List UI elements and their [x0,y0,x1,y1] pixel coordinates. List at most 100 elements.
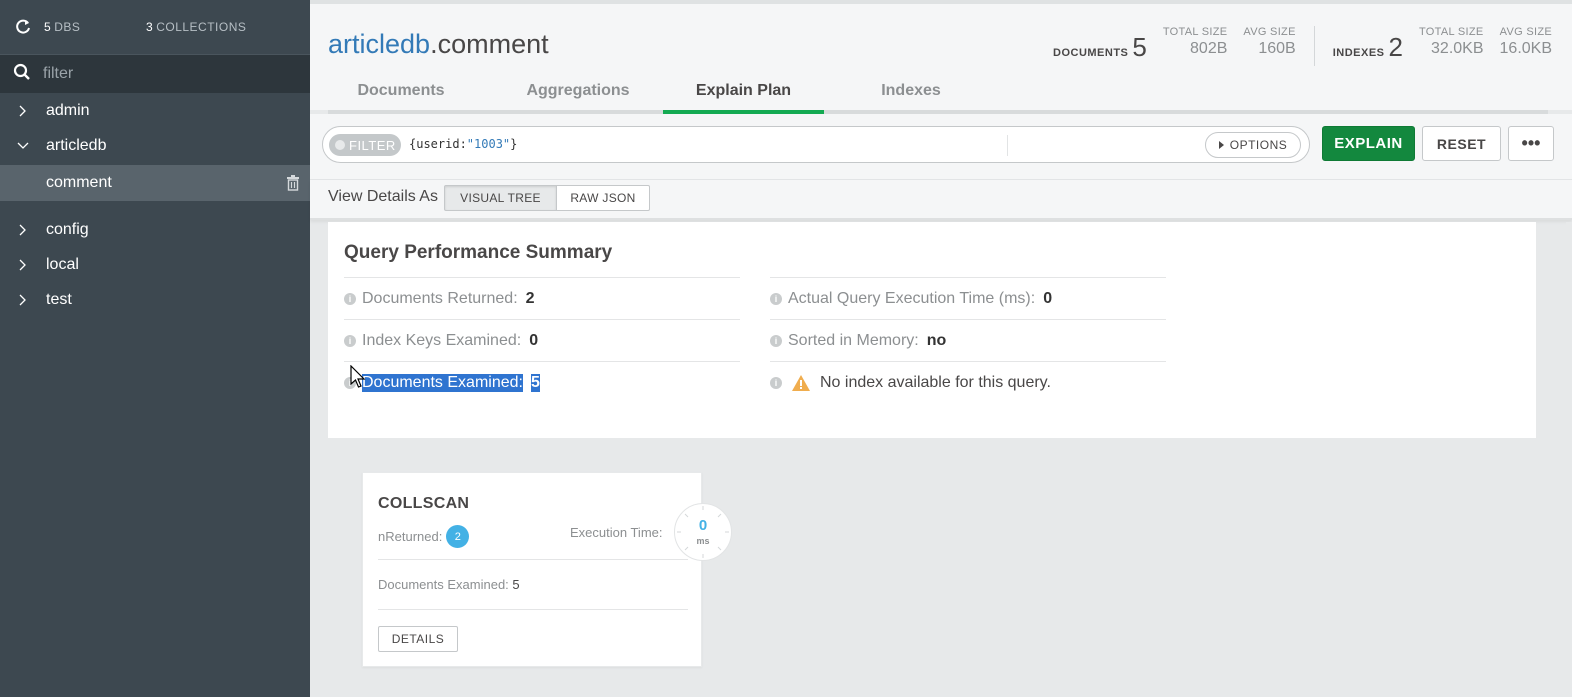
stage-label: Documents Examined: [378,577,509,592]
stage-value: 5 [512,577,520,592]
sidebar-item-label: admin [46,101,90,119]
info-icon[interactable]: i [770,334,782,347]
scrollbar[interactable] [1566,222,1572,697]
tab-documents[interactable]: Documents [328,74,474,114]
tab-explain-plan[interactable]: Explain Plan [663,74,824,114]
query-performance-summary: Query Performance Summary i Documents Re… [328,222,1536,438]
sidebar-collection-label: comment [46,174,112,191]
documents-stat: DOCUMENTS 5 [1053,32,1147,63]
summary-label: Index Keys Examined: [362,331,522,349]
summary-value: 0 [529,331,539,349]
sidebar-item-articledb[interactable]: articledb [0,128,310,163]
exec-time-value: 0 [698,517,708,534]
options-label: OPTIONS [1229,138,1288,152]
tab-aggregations[interactable]: Aggregations [498,74,658,114]
info-icon[interactable]: i [344,334,356,347]
collections-count: 3 COLLECTIONS [146,20,247,34]
indexes-avg-size: AVG SIZE 16.0KB [1500,26,1552,58]
info-icon[interactable]: i [344,292,356,305]
more-options-button[interactable]: ••• [1508,126,1554,161]
details-button[interactable]: DETAILS [378,626,458,652]
namespace-title: articledb.comment [328,29,549,60]
sidebar-item-test[interactable]: test [0,282,310,317]
collection-tabs: Documents Aggregations Explain Plan Inde… [328,74,1548,114]
options-button[interactable]: OPTIONS [1205,132,1301,158]
summary-label: Documents Examined: [362,373,523,392]
explain-button[interactable]: EXPLAIN [1322,126,1415,161]
summary-docs-returned: i Documents Returned: 2 [344,277,740,319]
filter-label: FILTER [349,137,396,153]
sidebar-item-local[interactable]: local [0,247,310,282]
stat-value: 32.0KB [1431,40,1484,57]
filter-key: {userid: [409,137,467,151]
documents-label: DOCUMENTS [1053,47,1129,59]
filter-divider [1007,135,1008,156]
documents-total-size: TOTAL SIZE 802B [1163,26,1228,58]
summary-exec-time: i Actual Query Execution Time (ms): 0 [770,277,1166,319]
info-icon[interactable]: i [770,376,782,389]
stage-exec-label: Execution Time: [570,525,663,540]
sidebar-item-label: local [46,255,79,273]
stage-name: COLLSCAN [378,495,470,512]
chevron-down-icon[interactable] [16,139,30,153]
filter-input[interactable]: FILTER {userid:"1003"} OPTIONS [322,126,1310,163]
sidebar-item-config[interactable]: config [0,212,310,247]
namespace-db[interactable]: articledb [328,29,430,59]
caret-right-icon [1218,141,1224,149]
divider [378,609,688,610]
filter-label-pill: FILTER [329,134,401,156]
stat-value: 16.0KB [1499,40,1552,57]
filter-brace: } [510,137,518,151]
chevron-right-icon[interactable] [16,293,30,307]
stage-label: nReturned: [378,529,443,544]
sidebar-item-label: articledb [46,136,107,154]
stage-nreturned: nReturned: 2 [378,525,470,548]
refresh-icon[interactable] [14,18,32,36]
filter-query-text[interactable]: {userid:"1003"} [409,137,517,151]
raw-json-toggle[interactable]: RAW JSON [556,185,650,211]
summary-value: 2 [525,289,535,307]
summary-label: Sorted in Memory: [788,331,919,349]
sidebar-item-admin[interactable]: admin [0,93,310,128]
warning-text: No index available for this query. [820,373,1051,391]
summary-value: 0 [1043,289,1053,307]
summary-index-warning: i No index available for this query. [770,361,1166,403]
execution-time-clock: 0 ms [674,503,732,561]
chevron-right-icon[interactable] [16,258,30,272]
stat-label: AVG SIZE [1243,26,1296,38]
stage-docs-examined: Documents Examined: 5 [378,577,520,592]
stat-label: TOTAL SIZE [1418,26,1484,38]
sidebar-collection-comment[interactable]: comment [0,165,310,201]
sidebar-item-label: test [46,290,72,308]
chevron-right-icon[interactable] [16,104,30,118]
search-icon [13,63,31,86]
info-icon[interactable]: i [770,292,782,305]
indexes-total-size: TOTAL SIZE 32.0KB [1419,26,1484,58]
mouse-cursor-icon [350,365,366,388]
main-panel: articledb.comment DOCUMENTS 5 TOTAL SIZE… [310,0,1572,697]
stat-label: AVG SIZE [1499,26,1552,38]
summary-label: Documents Returned: [362,289,518,307]
dbs-count: 5 DBS [44,20,81,34]
collection-header: articledb.comment DOCUMENTS 5 TOTAL SIZE… [310,0,1572,114]
database-list: admin articledb comment config local tes… [0,93,310,317]
summary-docs-examined: i Documents Examined: 5 [344,361,740,403]
stat-label: TOTAL SIZE [1162,26,1228,38]
sidebar: 5DBS 3COLLECTIONS admin articledb commen… [0,0,310,697]
stat-value: 802B [1190,40,1228,57]
stats-divider [1313,26,1315,66]
visual-tree-toggle[interactable]: VISUAL TREE [444,185,557,211]
indexes-count: 2 [1388,32,1403,62]
view-details-bar: View Details As VISUAL TREE RAW JSON [310,180,1572,220]
collscan-stage-card: COLLSCAN nReturned: 2 Execution Time: 0 … [362,472,732,667]
reset-button[interactable]: RESET [1422,126,1501,161]
stat-value: 160B [1258,40,1296,57]
trash-icon[interactable] [286,175,300,191]
summary-sorted-in-memory: i Sorted in Memory: no [770,319,1166,361]
summary-index-keys: i Index Keys Examined: 0 [344,319,740,361]
documents-avg-size: AVG SIZE 160B [1243,26,1295,58]
tab-indexes[interactable]: Indexes [838,74,984,114]
nreturned-badge: 2 [446,525,470,548]
sidebar-filter-input[interactable] [43,65,283,83]
chevron-right-icon[interactable] [16,223,30,237]
